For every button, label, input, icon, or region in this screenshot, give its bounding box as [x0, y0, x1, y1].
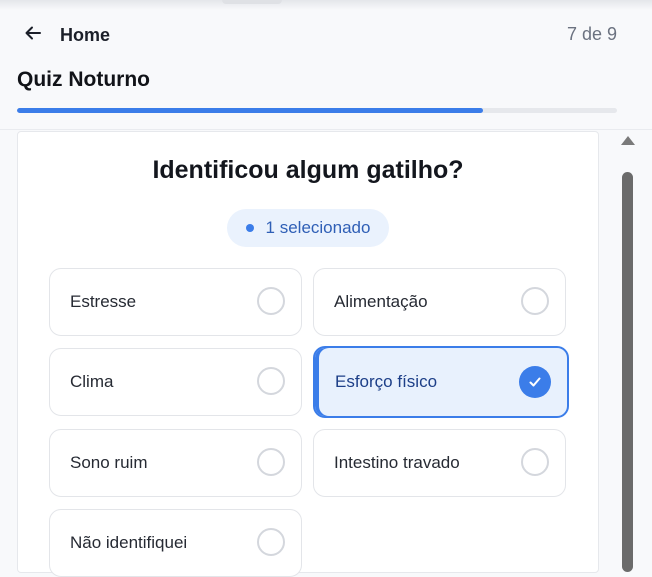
- question-card: Identificou algum gatilho? 1 selecionado…: [17, 131, 599, 577]
- check-icon[interactable]: [519, 366, 551, 398]
- option-label: Sono ruim: [70, 453, 148, 472]
- option-clima[interactable]: Clima: [49, 348, 302, 416]
- progress-fill: [17, 108, 484, 113]
- header: Home 7 de 9 Quiz Noturno: [0, 0, 652, 130]
- radio-circle-icon[interactable]: [257, 287, 285, 315]
- option-label: Intestino travado: [334, 453, 460, 472]
- progress-bar: [17, 108, 617, 113]
- scroll-thumb[interactable]: [622, 172, 633, 572]
- selection-count-label: 1 selecionado: [265, 218, 371, 237]
- page-title: Quiz Noturno: [17, 68, 150, 91]
- option-intestino-travado[interactable]: Intestino travado: [313, 429, 566, 497]
- back-button[interactable]: Home: [24, 22, 124, 48]
- step-counter: 7 de 9: [566, 24, 617, 44]
- question-title: Identificou algum gatilho?: [152, 156, 464, 184]
- scroll-up-arrow-icon[interactable]: [621, 136, 635, 145]
- option-estresse[interactable]: Estresse: [49, 268, 302, 336]
- option-sono-ruim[interactable]: Sono ruim: [49, 429, 302, 497]
- option-nao-identifiquei[interactable]: Não identifiquei: [49, 509, 302, 577]
- header-divider: [0, 129, 652, 130]
- option-label: Não identifiquei: [70, 533, 188, 552]
- back-label: Home: [60, 24, 111, 45]
- selection-count-badge: 1 selecionado: [227, 209, 389, 247]
- radio-circle-icon[interactable]: [257, 367, 285, 395]
- option-label: Esforço físico: [335, 372, 438, 391]
- option-esforco-fisico[interactable]: Esforço físico: [313, 346, 569, 418]
- radio-circle-icon[interactable]: [257, 528, 285, 556]
- radio-circle-icon[interactable]: [521, 287, 549, 315]
- scrollbar[interactable]: [617, 130, 637, 572]
- option-label: Estresse: [70, 292, 137, 311]
- option-alimentacao[interactable]: Alimentação: [313, 268, 566, 336]
- option-label: Alimentação: [334, 292, 428, 311]
- arrow-left-icon: [24, 24, 42, 47]
- radio-circle-icon[interactable]: [257, 448, 285, 476]
- radio-circle-icon[interactable]: [521, 448, 549, 476]
- badge-dot-icon: [245, 224, 254, 232]
- option-label: Clima: [70, 372, 114, 391]
